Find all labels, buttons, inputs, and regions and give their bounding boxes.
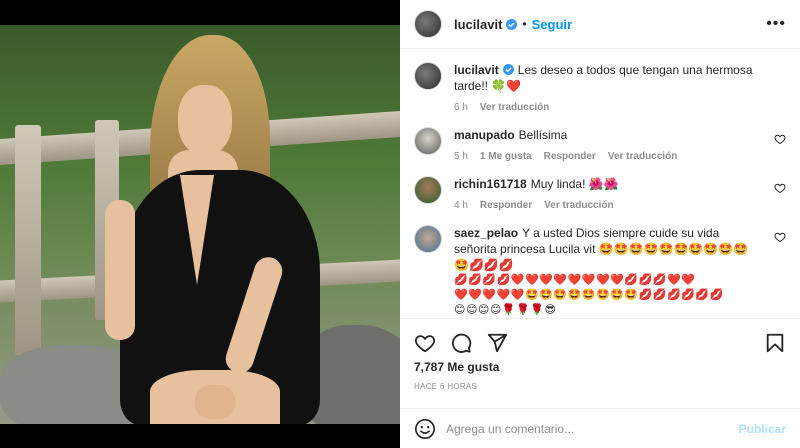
comment-likes[interactable]: 1 Me gusta — [480, 151, 532, 162]
hands — [195, 385, 235, 419]
comment-input[interactable] — [446, 421, 739, 436]
arm-left — [105, 200, 135, 340]
comment-time[interactable]: 4 h — [454, 200, 468, 211]
comment-emoji-line: ❤️❤️❤️❤️❤️🤩🤩🤩🤩🤩🤩🤩🤩💋💋💋💋💋💋 — [454, 289, 724, 301]
comment-item: manupado Bellísima 5 h 1 Me gusta Respond… — [414, 127, 786, 162]
post-image[interactable] — [0, 25, 400, 424]
post-header: lucilavit • Seguir ••• — [400, 0, 800, 49]
caption-meta: 6 h Ver traducción — [454, 102, 762, 113]
comment-emoji-line: 💋💋💋💋❤️❤️❤️❤️❤️❤️❤️❤️💋💋💋❤️❤️ — [454, 274, 696, 286]
caption-body: lucilavit Les deseo a todos que tengan un… — [454, 62, 786, 113]
translate-link[interactable]: Ver traducción — [608, 151, 677, 162]
comment-emoji-line: 😊😊😊😊🌹🌹🌹😎 — [454, 304, 557, 315]
author-avatar[interactable] — [414, 10, 442, 38]
commenter-username[interactable]: richin161718 — [454, 177, 527, 191]
likes-count[interactable]: 7,787 Me gusta — [414, 360, 499, 374]
comment-text: Muy linda! 🌺🌺 — [530, 177, 619, 191]
comment-body: saez_pelao Y a usted Dios siempre cuide s… — [454, 225, 786, 315]
comments-list[interactable]: lucilavit Les deseo a todos que tengan un… — [400, 50, 800, 315]
like-comment-heart-icon[interactable] — [774, 133, 786, 145]
comment-item: richin161718 Muy linda! 🌺🌺 4 h Responder … — [414, 176, 786, 211]
instagram-post-modal: lucilavit • Seguir ••• lucilavit Les dese… — [0, 0, 800, 448]
post-side-panel: lucilavit • Seguir ••• lucilavit Les dese… — [400, 0, 800, 448]
caption: lucilavit Les deseo a todos que tengan un… — [414, 62, 786, 113]
reply-button[interactable]: Responder — [544, 151, 596, 162]
face — [178, 85, 232, 155]
like-comment-heart-icon[interactable] — [774, 231, 786, 243]
emoji-smile-icon[interactable] — [414, 418, 436, 440]
fence-post — [15, 125, 41, 355]
share-icon[interactable] — [486, 332, 508, 354]
comment-text-line: richin161718 Muy linda! 🌺🌺 — [454, 176, 762, 192]
caption-username[interactable]: lucilavit — [454, 63, 499, 77]
caption-text-line: lucilavit Les deseo a todos que tengan un… — [454, 62, 762, 94]
comment-item: saez_pelao Y a usted Dios siempre cuide s… — [414, 225, 786, 315]
caption-translate-link[interactable]: Ver traducción — [480, 102, 549, 113]
commenter-avatar[interactable] — [414, 127, 442, 155]
like-comment-heart-icon[interactable] — [774, 182, 786, 194]
follow-button[interactable]: Seguir — [532, 17, 572, 32]
post-actions-bar — [400, 318, 800, 358]
caption-avatar[interactable] — [414, 62, 442, 90]
reply-button[interactable]: Responder — [480, 200, 532, 211]
comment-text-line: saez_pelao Y a usted Dios siempre cuide s… — [454, 225, 762, 273]
author-username[interactable]: lucilavit — [454, 17, 502, 32]
comment-text: Bellísima — [518, 128, 568, 142]
comment-icon[interactable] — [450, 332, 472, 354]
comment-text-line: manupado Bellísima — [454, 127, 762, 143]
commenter-avatar[interactable] — [414, 176, 442, 204]
post-time-ago[interactable]: HACE 6 HORAS — [414, 382, 477, 391]
publish-button[interactable]: Publicar — [739, 422, 786, 436]
more-options-icon[interactable]: ••• — [766, 15, 786, 33]
commenter-username[interactable]: manupado — [454, 128, 515, 142]
translate-link[interactable]: Ver traducción — [544, 200, 613, 211]
comment-meta: 4 h Responder Ver traducción — [454, 200, 762, 211]
comment-body: richin161718 Muy linda! 🌺🌺 4 h Responder … — [454, 176, 786, 211]
verified-badge-icon — [502, 64, 514, 75]
commenter-avatar[interactable] — [414, 225, 442, 253]
commenter-username[interactable]: saez_pelao — [454, 226, 518, 240]
comment-time[interactable]: 5 h — [454, 151, 468, 162]
post-photo-panel — [0, 0, 400, 448]
comment-meta: 5 h 1 Me gusta Responder Ver traducción — [454, 151, 762, 162]
bookmark-icon[interactable] — [764, 332, 786, 354]
heart-icon[interactable] — [414, 332, 436, 354]
caption-time[interactable]: 6 h — [454, 102, 468, 113]
verified-badge-icon — [506, 18, 518, 30]
add-comment-bar: Publicar — [400, 408, 800, 448]
separator-dot: • — [522, 17, 527, 31]
comment-body: manupado Bellísima 5 h 1 Me gusta Respond… — [454, 127, 786, 162]
